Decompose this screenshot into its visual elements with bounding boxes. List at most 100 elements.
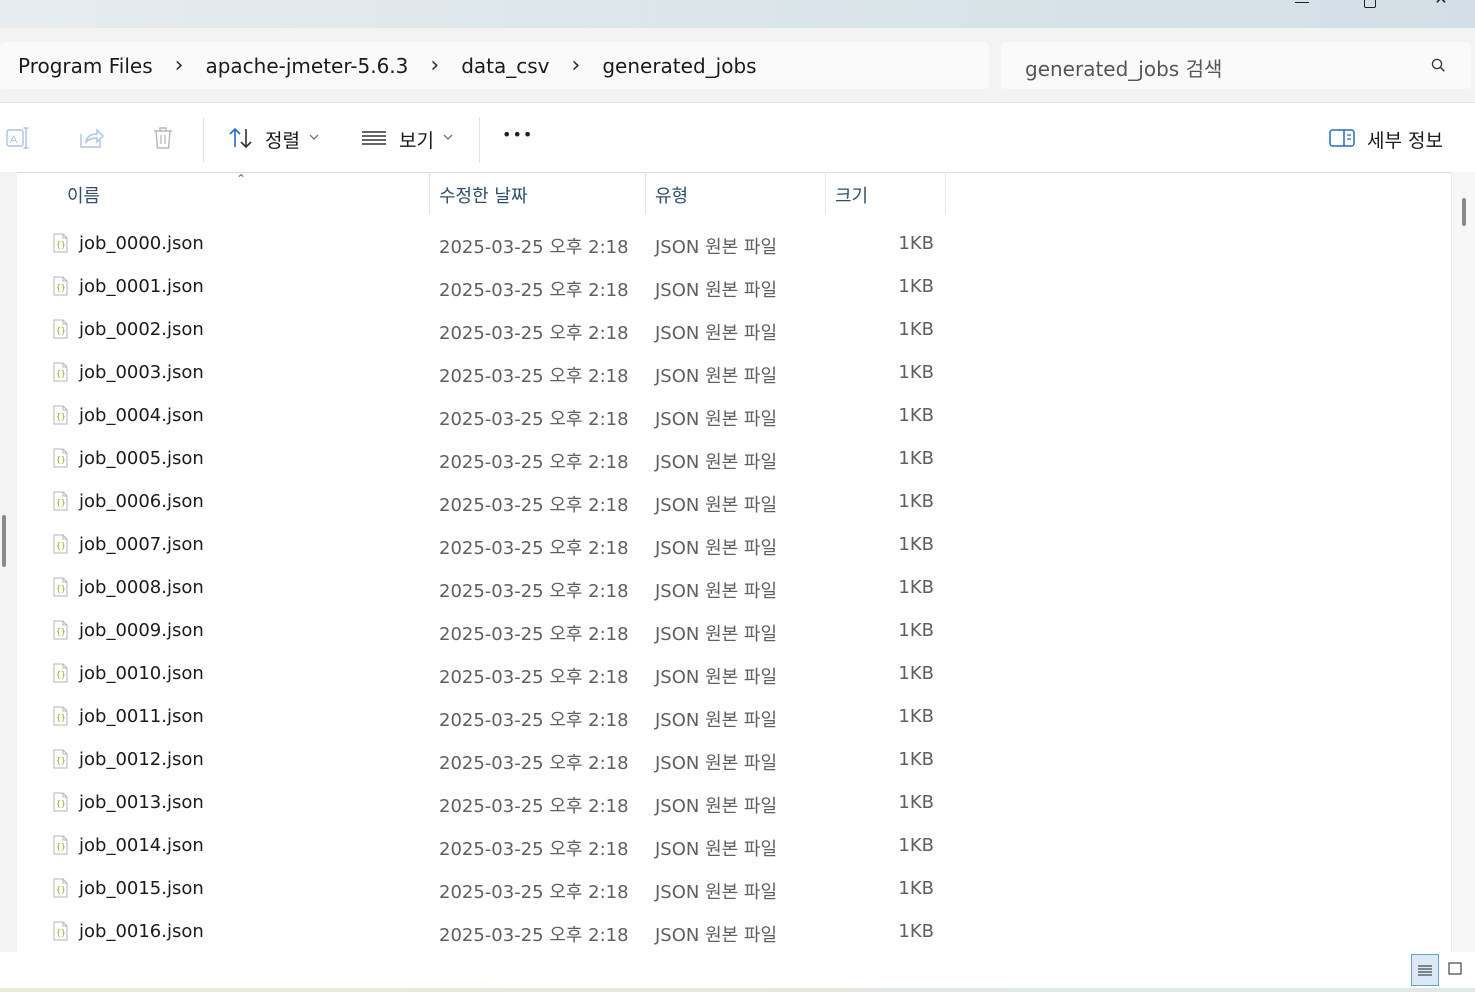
file-name[interactable]: job_0003.json [79, 362, 204, 383]
file-row[interactable]: {} job_0005.json 2025-03-25 오후 2:18 JSON 원본… [0, 437, 1451, 480]
file-row[interactable]: {} job_0004.json 2025-03-25 오후 2:18 JSON 원본… [0, 394, 1451, 437]
column-header-name[interactable]: 이름 [67, 182, 100, 208]
json-file-icon: {} [53, 620, 68, 640]
file-row[interactable]: {} job_0009.json 2025-03-25 오후 2:18 JSON 원본… [0, 609, 1451, 652]
search-input[interactable]: generated_jobs 검색 [1001, 42, 1471, 89]
file-name[interactable]: job_0000.json [79, 233, 204, 254]
file-row[interactable]: {} job_0011.json 2025-03-25 오후 2:18 JSON 원본… [0, 695, 1451, 738]
rename-icon[interactable]: A [6, 125, 32, 151]
breadcrumb-item-generated-jobs[interactable]: generated_jobs [602, 54, 756, 78]
svg-text:{}: {} [56, 627, 66, 636]
file-name[interactable]: job_0016.json [79, 921, 204, 942]
json-file-icon: {} [53, 233, 68, 253]
file-size: 1KB [898, 620, 934, 641]
file-row[interactable]: {} job_0000.json 2025-03-25 오후 2:18 JSON 원본… [0, 222, 1451, 265]
file-name[interactable]: job_0015.json [79, 878, 204, 899]
more-options-button[interactable]: ••• [502, 125, 533, 144]
breadcrumb-item-program-files[interactable]: Program Files [18, 54, 153, 78]
chevron-down-icon[interactable] [309, 133, 319, 141]
chevron-right-icon[interactable]: › [175, 53, 184, 78]
view-button-label[interactable]: 보기 [399, 126, 434, 153]
file-name[interactable]: job_0006.json [79, 491, 204, 512]
json-file-icon: {} [53, 534, 68, 554]
file-row[interactable]: {} job_0013.json 2025-03-25 오후 2:18 JSON 원본… [0, 781, 1451, 824]
column-divider[interactable] [945, 172, 946, 214]
file-name[interactable]: job_0001.json [79, 276, 204, 297]
file-type: JSON 원본 파일 [655, 839, 778, 860]
file-row[interactable]: {} job_0010.json 2025-03-25 오후 2:18 JSON 원본… [0, 652, 1451, 695]
json-file-icon: {} [53, 792, 68, 812]
search-icon[interactable] [1431, 58, 1445, 72]
view-icon[interactable] [361, 125, 387, 151]
file-name[interactable]: job_0013.json [79, 792, 204, 813]
file-modified-date: 2025-03-25 오후 2:18 [439, 280, 629, 301]
column-header-date[interactable]: 수정한 날짜 [439, 182, 528, 208]
restore-button[interactable] [1350, 0, 1390, 12]
share-icon[interactable] [78, 125, 104, 151]
svg-text:{}: {} [56, 799, 66, 808]
column-divider[interactable] [825, 172, 826, 214]
file-modified-date: 2025-03-25 오후 2:18 [439, 925, 629, 946]
chevron-right-icon[interactable]: › [572, 53, 581, 78]
address-row: Program Files › apache-jmeter-5.6.3 › da… [0, 28, 1475, 103]
json-file-icon: {} [53, 319, 68, 339]
chevron-down-icon[interactable] [443, 133, 453, 141]
file-row[interactable]: {} job_0008.json 2025-03-25 오후 2:18 JSON 원본… [0, 566, 1451, 609]
close-button[interactable] [1421, 0, 1461, 12]
file-row[interactable]: {} job_0001.json 2025-03-25 오후 2:18 JSON 원본… [0, 265, 1451, 308]
sort-icon[interactable] [228, 125, 254, 151]
vertical-scrollbar[interactable] [1451, 172, 1475, 952]
svg-text:{}: {} [56, 541, 66, 550]
file-name[interactable]: job_0014.json [79, 835, 204, 856]
file-row[interactable]: {} job_0016.json 2025-03-25 오후 2:18 JSON 원본… [0, 910, 1451, 953]
file-size: 1KB [898, 319, 934, 340]
file-row[interactable]: {} job_0002.json 2025-03-25 오후 2:18 JSON 원본… [0, 308, 1451, 351]
file-size: 1KB [898, 491, 934, 512]
file-name[interactable]: job_0004.json [79, 405, 204, 426]
file-row[interactable]: {} job_0012.json 2025-03-25 오후 2:18 JSON 원본… [0, 738, 1451, 781]
file-type: JSON 원본 파일 [655, 237, 778, 258]
details-pane-icon[interactable] [1329, 128, 1355, 148]
file-modified-date: 2025-03-25 오후 2:18 [439, 667, 629, 688]
column-header-size[interactable]: 크기 [835, 182, 868, 208]
details-view-button[interactable] [1411, 954, 1439, 986]
breadcrumb-item-jmeter[interactable]: apache-jmeter-5.6.3 [205, 54, 408, 78]
large-icons-view-button[interactable] [1447, 961, 1463, 977]
scrollbar-thumb[interactable] [1462, 198, 1466, 226]
column-divider[interactable] [645, 172, 646, 214]
json-file-icon: {} [53, 706, 68, 726]
file-name[interactable]: job_0005.json [79, 448, 204, 469]
svg-text:{}: {} [56, 455, 66, 464]
file-modified-date: 2025-03-25 오후 2:18 [439, 753, 629, 774]
minimize-button[interactable] [1282, 0, 1322, 12]
file-row[interactable]: {} job_0003.json 2025-03-25 오후 2:18 JSON 원본… [0, 351, 1451, 394]
file-modified-date: 2025-03-25 오후 2:18 [439, 581, 629, 602]
breadcrumb-item-data-csv[interactable]: data_csv [461, 54, 549, 78]
delete-icon[interactable] [150, 125, 176, 151]
file-name[interactable]: job_0007.json [79, 534, 204, 555]
file-name[interactable]: job_0010.json [79, 663, 204, 684]
file-row[interactable]: {} job_0006.json 2025-03-25 오후 2:18 JSON 원본… [0, 480, 1451, 523]
file-name[interactable]: job_0008.json [79, 577, 204, 598]
file-modified-date: 2025-03-25 오후 2:18 [439, 624, 629, 645]
details-button-label[interactable]: 세부 정보 [1367, 126, 1443, 153]
file-type: JSON 원본 파일 [655, 409, 778, 430]
file-name[interactable]: job_0002.json [79, 319, 204, 340]
file-modified-date: 2025-03-25 오후 2:18 [439, 796, 629, 817]
column-header-type[interactable]: 유형 [655, 182, 688, 208]
file-name[interactable]: job_0009.json [79, 620, 204, 641]
file-size: 1KB [898, 706, 934, 727]
column-divider[interactable] [429, 172, 430, 214]
file-name[interactable]: job_0012.json [79, 749, 204, 770]
file-row[interactable]: {} job_0014.json 2025-03-25 오후 2:18 JSON 원본… [0, 824, 1451, 867]
file-modified-date: 2025-03-25 오후 2:18 [439, 323, 629, 344]
file-modified-date: 2025-03-25 오후 2:18 [439, 409, 629, 430]
sort-button-label[interactable]: 정렬 [265, 126, 300, 153]
file-row[interactable]: {} job_0007.json 2025-03-25 오후 2:18 JSON 원본… [0, 523, 1451, 566]
file-modified-date: 2025-03-25 오후 2:18 [439, 538, 629, 559]
file-size: 1KB [898, 878, 934, 899]
file-name[interactable]: job_0011.json [79, 706, 204, 727]
file-row[interactable]: {} job_0015.json 2025-03-25 오후 2:18 JSON 원본… [0, 867, 1451, 910]
breadcrumb[interactable]: Program Files › apache-jmeter-5.6.3 › da… [0, 42, 989, 89]
chevron-right-icon[interactable]: › [430, 53, 439, 78]
